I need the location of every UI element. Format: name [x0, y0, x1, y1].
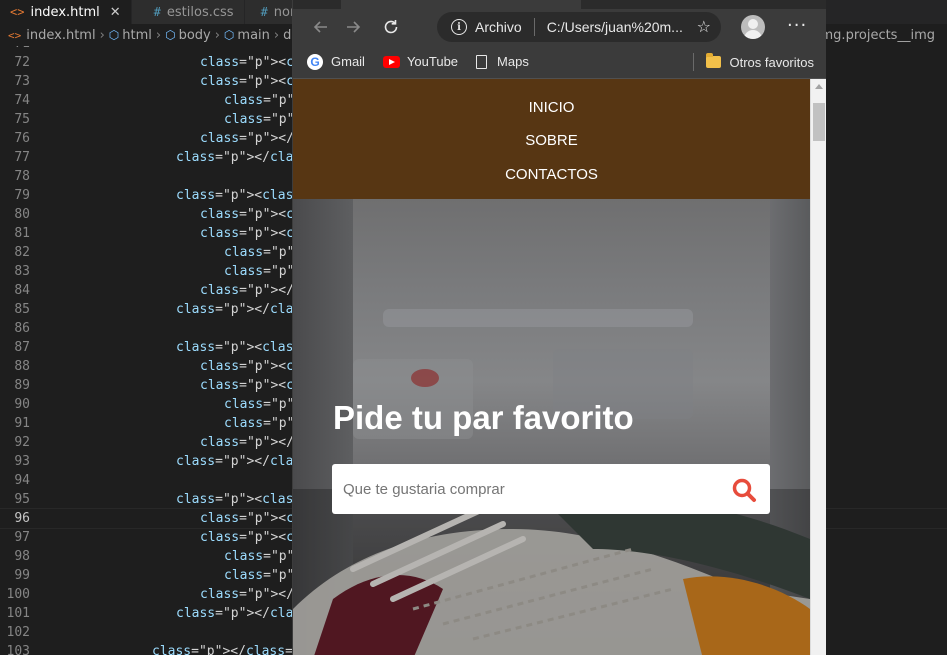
- element-icon: ⬡: [165, 28, 176, 42]
- line-number: 87: [14, 340, 30, 355]
- element-icon: ⬡: [223, 28, 235, 42]
- folder-icon: [706, 53, 722, 68]
- divider: [533, 18, 535, 36]
- breadcrumb-file[interactable]: index.html: [26, 28, 95, 43]
- chevron-right-icon: ›: [155, 27, 162, 43]
- line-number: 83: [14, 264, 30, 279]
- breadcrumb-tail-label: img.projects__img: [816, 27, 935, 43]
- nav-link-contactos[interactable]: CONTACTOS: [505, 166, 598, 199]
- browser-tab[interactable]: [341, 0, 581, 9]
- line-number: 76: [14, 131, 30, 146]
- line-number: 93: [14, 454, 30, 469]
- back-button[interactable]: [305, 11, 337, 43]
- tab-estilos-css[interactable]: # estilos.css: [131, 0, 245, 24]
- line-number: 102: [6, 625, 30, 640]
- scroll-up-arrow-icon[interactable]: [815, 84, 823, 89]
- page-icon: [476, 54, 488, 69]
- css-file-icon: #: [153, 5, 161, 19]
- line-number: 88: [14, 359, 30, 374]
- close-tab-icon[interactable]: ✕: [110, 5, 121, 20]
- element-icon: ⬡: [108, 28, 120, 42]
- info-icon[interactable]: i: [451, 19, 467, 35]
- bookmark-maps[interactable]: Maps: [476, 54, 529, 69]
- html-file-icon: <>: [8, 28, 22, 42]
- tab-label: index.html: [30, 4, 100, 20]
- breadcrumb-item[interactable]: html: [122, 28, 152, 43]
- search-box: [332, 464, 770, 514]
- line-number: 96: [14, 511, 30, 526]
- html-file-icon: <>: [10, 5, 25, 19]
- line-number: 79: [14, 188, 30, 203]
- line-number: 99: [14, 568, 30, 583]
- other-favorites-label: Otros favoritos: [729, 54, 814, 70]
- hero-section: Pide tu par favorito: [293, 199, 810, 655]
- line-number: 97: [14, 530, 30, 545]
- line-number: 81: [14, 226, 30, 241]
- breadcrumb-item[interactable]: main: [237, 28, 269, 43]
- url-text[interactable]: C:/Users/juan%20m...: [547, 19, 697, 35]
- line-number: 85: [14, 302, 30, 317]
- tab-index-html[interactable]: <> index.html ✕: [0, 0, 132, 24]
- address-bar[interactable]: i Archivo C:/Users/juan%20m... ☆: [437, 12, 721, 42]
- site-info-label[interactable]: Archivo: [475, 19, 522, 35]
- hero-title: Pide tu par favorito: [333, 399, 634, 436]
- line-number: 75: [14, 112, 30, 127]
- nav-link-inicio[interactable]: INICIO: [529, 99, 575, 132]
- divider: [693, 53, 695, 71]
- more-menu-icon[interactable]: ···: [787, 15, 807, 36]
- line-number: 90: [14, 397, 30, 412]
- line-number: 77: [14, 150, 30, 165]
- line-number: 74: [14, 93, 30, 108]
- other-favorites[interactable]: Otros favoritos: [706, 53, 814, 70]
- search-icon[interactable]: [731, 477, 757, 503]
- line-number: 103: [6, 644, 30, 655]
- tab-label: estilos.css: [166, 4, 234, 20]
- profile-avatar[interactable]: [741, 15, 765, 39]
- page-scrollbar[interactable]: [810, 79, 826, 655]
- line-number: 80: [14, 207, 30, 222]
- youtube-icon: [382, 55, 400, 68]
- arrow-right-icon: [347, 21, 361, 33]
- line-number: 73: [14, 74, 30, 89]
- chevron-right-icon: ›: [99, 27, 105, 43]
- line-number: 78: [14, 169, 30, 184]
- forward-button[interactable]: [337, 11, 369, 43]
- bookmark-gmail[interactable]: G Gmail: [307, 53, 365, 70]
- scroll-thumb[interactable]: [813, 103, 825, 141]
- line-number: 92: [14, 435, 30, 450]
- line-number: 82: [14, 245, 30, 260]
- chevron-right-icon: ›: [273, 27, 280, 43]
- bookmark-label: Maps: [497, 54, 529, 69]
- search-input[interactable]: [343, 480, 713, 498]
- add-favorite-icon[interactable]: ☆: [697, 17, 711, 36]
- reload-icon: [384, 20, 398, 34]
- line-number: 98: [14, 549, 30, 564]
- reload-button[interactable]: [375, 11, 407, 43]
- css-file-icon: #: [260, 5, 268, 19]
- line-number: 72: [14, 55, 30, 70]
- page-viewport: INICIO SOBRE CONTACTOS Pide tu par favor…: [293, 79, 810, 655]
- browser-tab-strip: [293, 0, 826, 9]
- line-number: 94: [14, 473, 30, 488]
- line-number: 84: [14, 283, 30, 298]
- site-nav: INICIO SOBRE CONTACTOS: [293, 79, 810, 199]
- line-number: 101: [6, 606, 30, 621]
- line-number: 86: [14, 321, 30, 336]
- bookmark-label: Gmail: [331, 54, 365, 69]
- bookmarks-bar: G Gmail YouTube Maps Otros favoritos: [293, 45, 826, 79]
- bookmark-label: YouTube: [406, 54, 459, 69]
- line-number: 100: [6, 587, 30, 602]
- line-number: 91: [14, 416, 30, 431]
- gmail-icon: G: [307, 53, 323, 70]
- browser-toolbar: i Archivo C:/Users/juan%20m... ☆ ···: [293, 9, 826, 45]
- chevron-right-icon: ›: [214, 27, 220, 43]
- breadcrumb-item[interactable]: body: [179, 28, 211, 43]
- arrow-left-icon: [313, 21, 327, 33]
- bookmark-youtube[interactable]: YouTube: [382, 54, 459, 69]
- line-number: 95: [14, 492, 30, 507]
- nav-link-sobre[interactable]: SOBRE: [525, 132, 578, 165]
- browser-window: i Archivo C:/Users/juan%20m... ☆ ··· G G…: [292, 0, 826, 655]
- line-number: 89: [14, 378, 30, 393]
